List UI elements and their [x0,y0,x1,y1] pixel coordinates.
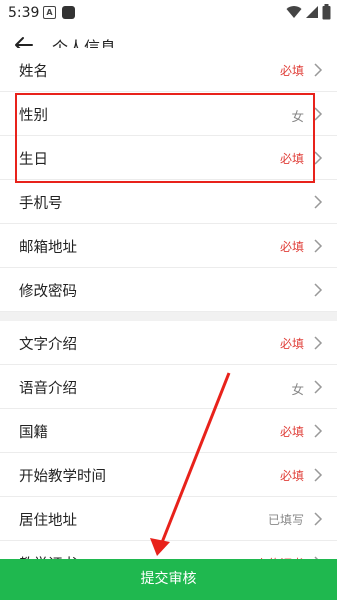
row-label: 居住地址 [19,513,77,529]
row-value: 必填 [279,152,304,166]
row-change-password[interactable]: 修改密码 [0,268,337,312]
row-gender[interactable]: 性别 女 [0,92,337,136]
status-bar: 5:39 A [0,0,337,26]
row-label: 修改密码 [19,284,77,300]
row-label: 手机号 [19,196,63,212]
row-birthday[interactable]: 生日 必填 [0,136,337,180]
row-label: 姓名 [19,64,48,80]
row-address[interactable]: 居住地址 已填写 [0,497,337,541]
row-email[interactable]: 邮箱地址 必填 [0,224,337,268]
chevron-right-icon [314,151,323,165]
status-icons [286,4,331,20]
chevron-right-icon [314,195,323,209]
row-label: 性别 [19,108,48,124]
row-text-intro[interactable]: 文字介绍 必填 [0,321,337,365]
row-teaching-start[interactable]: 开始教学时间 必填 [0,453,337,497]
row-label: 语音介绍 [19,381,77,397]
chevron-right-icon [314,380,323,394]
chevron-right-icon [314,63,323,77]
chevron-right-icon [314,283,323,297]
submit-review-button[interactable]: 提交审核 [0,559,337,600]
chevron-right-icon [314,468,323,482]
row-label: 邮箱地址 [19,240,77,256]
row-value: 必填 [279,425,304,439]
row-value: 女 [291,109,304,124]
chevron-right-icon [314,336,323,350]
chevron-right-icon [314,239,323,253]
row-value: 必填 [279,337,304,351]
chevron-right-icon [314,107,323,121]
row-value: 已填写 [267,513,304,527]
row-value: 必填 [279,469,304,483]
battery-icon [322,4,331,20]
row-label: 文字介绍 [19,337,77,353]
row-divider [0,311,337,312]
row-value: 必填 [279,240,304,254]
row-phone[interactable]: 手机号 [0,180,337,224]
signal-icon [306,6,318,18]
row-value: 必填 [279,64,304,78]
chevron-right-icon [314,424,323,438]
row-nationality[interactable]: 国籍 必填 [0,409,337,453]
row-label: 生日 [19,152,48,168]
status-time: 5:39 [8,5,40,21]
row-value: 女 [291,382,304,397]
section-divider [0,312,337,321]
chevron-right-icon [314,512,323,526]
row-voice-intro[interactable]: 语音介绍 女 [0,365,337,409]
notification-square-icon [62,6,75,19]
row-label: 国籍 [19,425,48,441]
notification-a-icon: A [43,6,56,19]
wifi-icon [286,6,302,19]
row-name[interactable]: 姓名 必填 [0,48,337,92]
row-label: 开始教学时间 [19,469,106,485]
